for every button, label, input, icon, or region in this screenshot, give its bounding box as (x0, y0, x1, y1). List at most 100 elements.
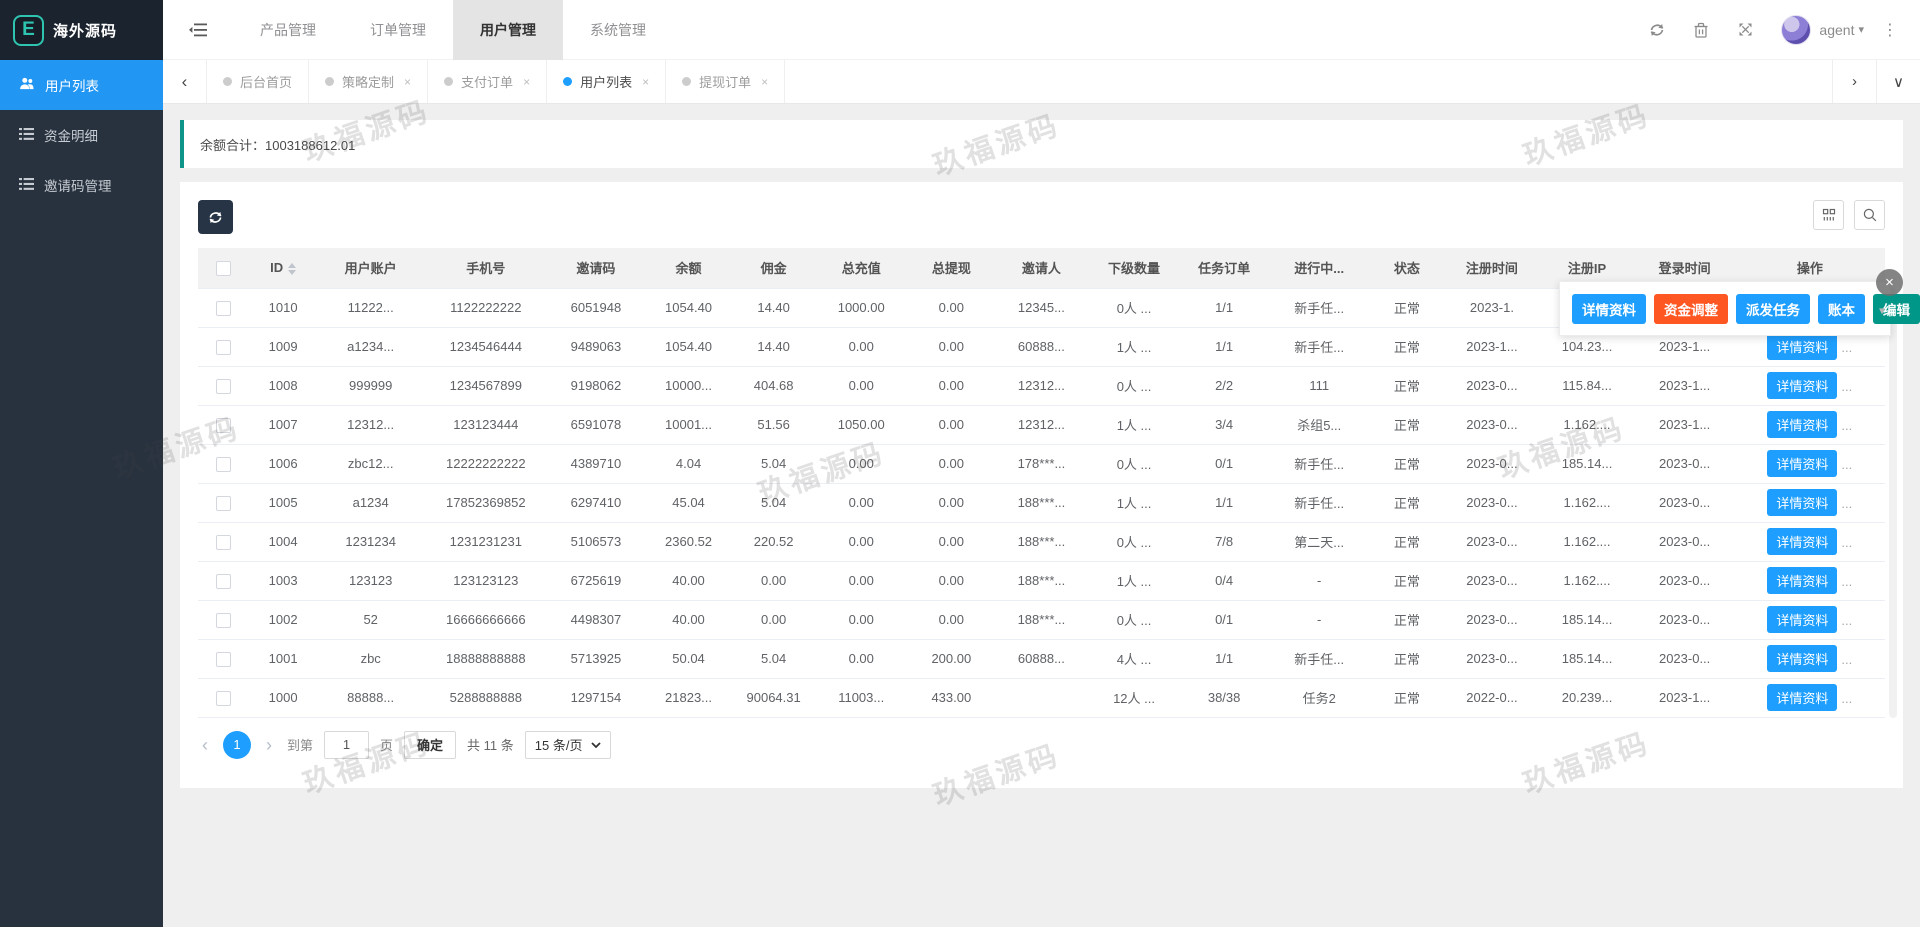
table-cell: 新手任... (1269, 288, 1369, 327)
row-detail-button[interactable]: 详情资料 (1767, 333, 1837, 360)
page-jump-confirm-button[interactable]: 确定 (404, 731, 456, 759)
row-checkbox[interactable] (216, 496, 231, 511)
row-detail-button[interactable]: 详情资料 (1767, 684, 1837, 711)
page-number[interactable]: 1 (223, 731, 251, 759)
tab-close-icon[interactable]: × (404, 75, 411, 89)
more-options-icon[interactable]: ⋮ (1874, 20, 1906, 40)
sidebar-item-user-list[interactable]: 用户列表 (0, 60, 163, 110)
table-cell: 正常 (1369, 561, 1444, 600)
popup-caret-down-icon[interactable]: ▾ (1879, 303, 1885, 317)
popup-close-icon[interactable]: × (1876, 269, 1903, 296)
row-more-actions[interactable]: ... (1841, 691, 1852, 706)
row-checkbox[interactable] (216, 418, 231, 433)
row-checkbox[interactable] (216, 691, 231, 706)
row-more-actions[interactable]: ... (1841, 496, 1852, 511)
tab-user-list[interactable]: 用户列表× (547, 60, 666, 103)
header-ID[interactable]: ID (248, 248, 318, 288)
refresh-icon[interactable] (1635, 0, 1679, 60)
tabs-menu-chevron-down-icon[interactable]: ∨ (1876, 60, 1920, 103)
sidebar-item-invite-code[interactable]: 邀请码管理 (0, 160, 163, 210)
row-checkbox[interactable] (216, 379, 231, 394)
menu-fold-icon[interactable] (163, 0, 233, 59)
table-cell: 4人 ... (1089, 639, 1179, 678)
row-more-actions[interactable]: ... (1841, 340, 1852, 355)
table-cell: 0人 ... (1089, 522, 1179, 561)
row-detail-button[interactable]: 详情资料 (1767, 528, 1837, 555)
search-icon[interactable] (1854, 200, 1885, 230)
header-注册时间: 注册时间 (1444, 248, 1539, 288)
row-detail-button[interactable]: 详情资料 (1767, 411, 1837, 438)
topnav-item-user[interactable]: 用户管理 (453, 0, 563, 60)
row-more-actions[interactable]: ... (1841, 613, 1852, 628)
popup-dispatch-task-button[interactable]: 派发任务 (1736, 294, 1810, 324)
row-more-actions[interactable]: ... (1841, 379, 1852, 394)
topnav-item-product[interactable]: 产品管理 (233, 0, 343, 60)
column-settings-icon[interactable] (1813, 200, 1844, 230)
table-cell: 51.56 (734, 405, 814, 444)
user-name[interactable]: agent (1819, 22, 1854, 38)
tabs-scroll-left-icon[interactable]: ‹ (163, 60, 207, 103)
row-actions-cell: 详情资料... (1735, 639, 1885, 678)
tab-close-icon[interactable]: × (761, 75, 768, 89)
row-more-actions[interactable]: ... (1841, 535, 1852, 550)
table-scrollbar[interactable] (1889, 288, 1897, 718)
row-more-actions[interactable]: ... (1841, 574, 1852, 589)
row-detail-button[interactable]: 详情资料 (1767, 489, 1837, 516)
table-cell: 0人 ... (1089, 600, 1179, 639)
tab-pay-orders[interactable]: 支付订单× (428, 60, 547, 103)
page-next-icon[interactable]: › (262, 736, 276, 754)
row-more-actions[interactable]: ... (1841, 652, 1852, 667)
header-label: 总充值 (842, 261, 881, 276)
popup-detail-button[interactable]: 详情资料 (1572, 294, 1646, 324)
sidebar-item-funds-detail[interactable]: 资金明细 (0, 110, 163, 160)
row-checkbox[interactable] (216, 340, 231, 355)
row-checkbox-cell (198, 327, 248, 366)
row-checkbox[interactable] (216, 301, 231, 316)
row-detail-button[interactable]: 详情资料 (1767, 372, 1837, 399)
trash-icon[interactable] (1679, 0, 1723, 60)
tab-strategy[interactable]: 策略定制× (309, 60, 428, 103)
tab-status-dot (682, 77, 691, 86)
table-body: 101011222...112222222260519481054.4014.4… (198, 288, 1885, 717)
row-detail-button[interactable]: 详情资料 (1767, 567, 1837, 594)
row-checkbox[interactable] (216, 574, 231, 589)
fullscreen-icon[interactable] (1723, 0, 1767, 60)
tab-withdraw-orders[interactable]: 提现订单× (666, 60, 785, 103)
sidebar-item-label: 邀请码管理 (44, 175, 112, 195)
row-checkbox[interactable] (216, 652, 231, 667)
user-avatar[interactable] (1781, 15, 1811, 45)
topnav-item-order[interactable]: 订单管理 (343, 0, 453, 60)
tab-close-icon[interactable]: × (642, 75, 649, 89)
table-cell: 2023-0... (1444, 561, 1539, 600)
topnav-item-system[interactable]: 系统管理 (563, 0, 673, 60)
tab-home[interactable]: 后台首页 (207, 60, 309, 103)
popup-ledger-button[interactable]: 账本 (1818, 294, 1865, 324)
tab-close-icon[interactable]: × (523, 75, 530, 89)
sort-carets-icon[interactable] (288, 263, 296, 275)
table-cell: 2023-0... (1444, 600, 1539, 639)
header-下级数量: 下级数量 (1089, 248, 1179, 288)
table-cell: 0.00 (909, 483, 994, 522)
header-佣金: 佣金 (734, 248, 814, 288)
row-detail-button[interactable]: 详情资料 (1767, 450, 1837, 477)
row-checkbox[interactable] (216, 613, 231, 628)
row-more-actions[interactable]: ... (1841, 418, 1852, 433)
table-cell: 0.00 (909, 288, 994, 327)
page-jump-input[interactable] (324, 731, 369, 759)
row-checkbox[interactable] (216, 457, 231, 472)
table-refresh-button[interactable] (198, 200, 233, 234)
row-checkbox[interactable] (216, 535, 231, 550)
topbar: 产品管理订单管理用户管理系统管理 agent ▾ ⋮ (163, 0, 1920, 60)
user-caret-down-icon[interactable]: ▾ (1858, 23, 1864, 36)
tabs-scroll-right-icon[interactable]: › (1832, 60, 1876, 103)
row-detail-button[interactable]: 详情资料 (1767, 606, 1837, 633)
row-more-actions[interactable]: ... (1841, 457, 1852, 472)
page-prev-icon[interactable]: ‹ (198, 736, 212, 754)
row-detail-button[interactable]: 详情资料 (1767, 645, 1837, 672)
popup-funds-adjust-button[interactable]: 资金调整 (1654, 294, 1728, 324)
table-cell: 0/1 (1179, 444, 1269, 483)
header-状态: 状态 (1369, 248, 1444, 288)
page-size-select[interactable]: 15 条/页 (525, 731, 612, 759)
table-row: 1001zbc18888888888571392550.045.040.0020… (198, 639, 1885, 678)
select-all-checkbox[interactable] (216, 261, 231, 276)
